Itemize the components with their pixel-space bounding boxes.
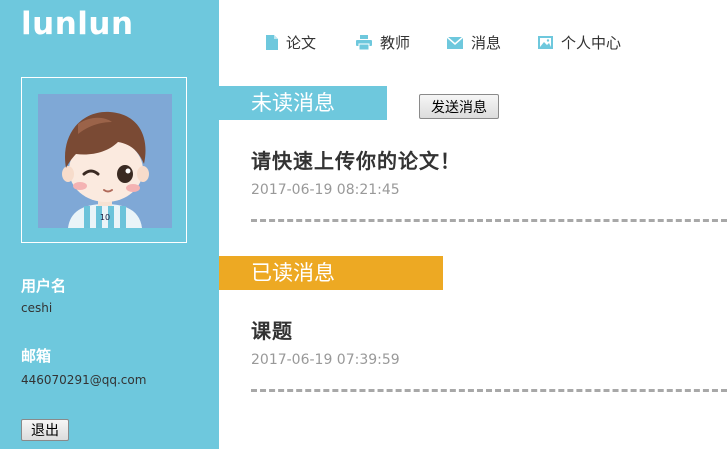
- email-value: 446070291@qq.com: [21, 373, 147, 387]
- image-icon: [538, 36, 553, 49]
- svg-text:10: 10: [100, 213, 110, 222]
- nav-item-teacher[interactable]: 教师: [356, 32, 410, 53]
- printer-icon: [356, 35, 372, 50]
- read-message-title[interactable]: 课题: [251, 315, 293, 344]
- logout-button[interactable]: 退出: [21, 419, 69, 441]
- sidebar: lunlun 10 用户名 ceshi 邮箱 446070291@qq.com …: [0, 0, 219, 449]
- nav-item-label: 教师: [380, 34, 411, 52]
- read-messages-header: 已读消息: [219, 256, 443, 290]
- envelope-icon: [447, 36, 463, 49]
- unread-messages-header: 未读消息: [219, 86, 387, 120]
- document-icon: [266, 35, 278, 50]
- avatar-frame: 10: [21, 77, 187, 243]
- avatar: 10: [38, 94, 172, 228]
- send-message-button[interactable]: 发送消息: [419, 94, 499, 119]
- unread-message-title[interactable]: 请快速上传你的论文！: [251, 145, 461, 174]
- message-divider: [251, 219, 727, 222]
- nav-item-label: 个人中心: [561, 34, 622, 52]
- read-message-time: 2017-06-19 07:39:59: [251, 352, 400, 368]
- nav-item-messages[interactable]: 消息: [447, 32, 501, 53]
- email-label: 邮箱: [21, 347, 52, 365]
- nav-item-label: 论文: [286, 34, 317, 52]
- app-logo[interactable]: lunlun: [21, 6, 134, 42]
- message-divider: [251, 389, 727, 392]
- nav-item-profile[interactable]: 个人中心: [538, 32, 621, 53]
- username-value: ceshi: [21, 301, 53, 315]
- nav-item-label: 消息: [471, 34, 502, 52]
- nav-item-thesis[interactable]: 论文: [266, 32, 316, 53]
- username-label: 用户名: [21, 277, 67, 295]
- unread-message-time: 2017-06-19 08:21:45: [251, 182, 400, 198]
